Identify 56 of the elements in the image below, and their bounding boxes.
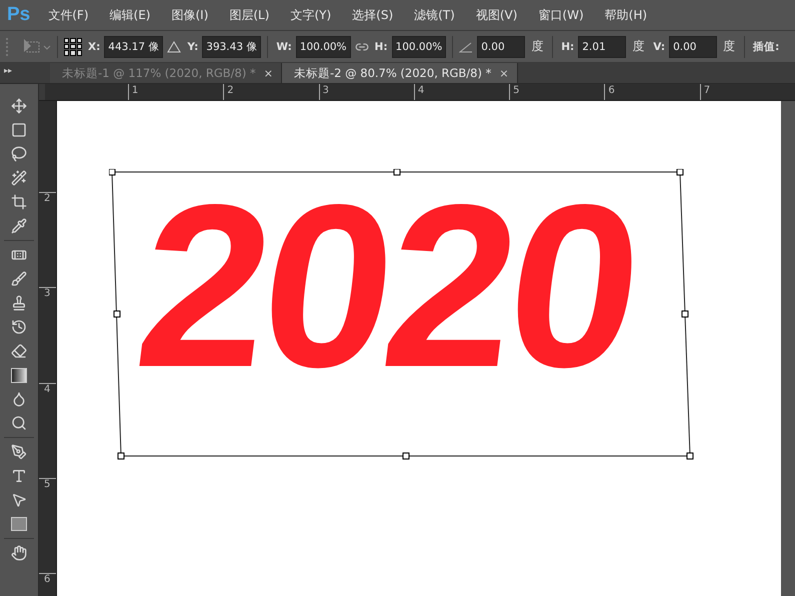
unit-label: 度 <box>632 38 644 55</box>
ruler-number: 3 <box>39 287 56 383</box>
field-label: H: <box>561 40 574 52</box>
menu-item[interactable]: 视图(V) <box>476 6 518 24</box>
ruler-number: 1 <box>128 84 224 100</box>
unit-label: 度 <box>723 38 736 55</box>
ruler-number: 7 <box>700 84 795 100</box>
menu-item[interactable]: 帮助(H) <box>604 6 648 24</box>
input-field[interactable]: 0.00 <box>669 36 718 58</box>
interpolation-label: 插值: <box>753 40 780 54</box>
menu-item[interactable]: 文件(F) <box>48 6 89 24</box>
menu-item[interactable]: 图像(I) <box>171 6 208 24</box>
input-field[interactable]: 0.00 <box>477 36 526 58</box>
unit-label: 度 <box>531 38 544 55</box>
reference-point-icon[interactable] <box>64 38 82 56</box>
transform-handle[interactable] <box>676 169 684 176</box>
field-label: X: <box>88 40 100 52</box>
input-field[interactable]: 100.00% <box>392 36 446 58</box>
ruler-number: 3 <box>318 84 414 100</box>
field-label: V: <box>653 40 666 52</box>
menu-item[interactable]: 图层(L) <box>229 6 270 24</box>
transform-handle[interactable] <box>114 310 120 318</box>
field-label: W: <box>276 40 292 52</box>
transform-handle[interactable] <box>686 452 694 460</box>
ruler-number: 2 <box>223 84 319 100</box>
transform-handle[interactable] <box>402 452 410 460</box>
ruler-number: 4 <box>414 84 510 100</box>
field-label: H: <box>374 40 388 52</box>
canvas-text: 2020 <box>130 197 650 378</box>
ruler-number: 2 <box>39 192 56 288</box>
field-label: Y: <box>187 40 198 52</box>
transform-handle[interactable] <box>118 452 124 460</box>
app-logo: Ps <box>7 4 30 26</box>
input-field[interactable]: 443.17 像 <box>104 36 164 58</box>
menu-item[interactable]: 文字(Y) <box>290 6 332 24</box>
transform-handle[interactable] <box>109 169 116 176</box>
ruler-number: 5 <box>39 478 56 574</box>
ruler-number: 5 <box>509 84 604 100</box>
menu-item[interactable]: 编辑(E) <box>110 6 150 24</box>
document-tab[interactable]: 未标题-2 @ 80.7% (2020, RGB/8) * × <box>282 63 518 83</box>
menu-item[interactable]: 滤镜(T) <box>414 6 455 24</box>
menu-item[interactable]: 窗口(W) <box>538 6 584 24</box>
input-field[interactable]: 100.00% <box>296 36 351 58</box>
ruler-number: 6 <box>604 84 700 100</box>
relative-position-icon[interactable] <box>167 40 182 52</box>
close-icon[interactable]: × <box>264 66 273 80</box>
menu-item[interactable]: 选择(S) <box>352 6 394 24</box>
transform-handle[interactable] <box>394 169 400 176</box>
input-field[interactable]: 2.01 <box>578 36 626 58</box>
document-tab[interactable]: 未标题-1 @ 117% (2020, RGB/8) * × <box>50 63 282 83</box>
ruler-number: 6 <box>39 573 56 596</box>
input-field[interactable]: 393.43 像 <box>202 36 262 58</box>
angle-icon <box>459 40 474 52</box>
close-icon[interactable]: × <box>499 66 509 80</box>
ruler-number: 4 <box>39 382 56 478</box>
transform-handle[interactable] <box>682 310 688 318</box>
